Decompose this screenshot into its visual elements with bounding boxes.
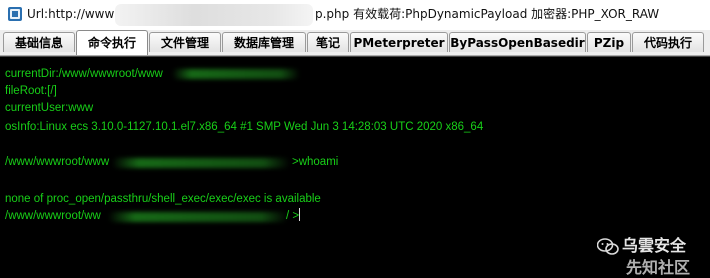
console-line-file-root: fileRoot:[/] — [5, 85, 57, 97]
console-line-command: >whoami — [292, 156, 339, 168]
redaction-blur — [172, 69, 300, 79]
app-icon — [8, 7, 22, 21]
redaction-blur — [108, 212, 288, 222]
tab-pzip[interactable]: PZip — [587, 32, 631, 52]
tab-bar: 基础信息 命令执行 文件管理 数据库管理 笔记 PMeterpreter ByP… — [0, 30, 710, 56]
watermark-text-2: 先知社区 — [626, 258, 691, 277]
console-line-current-dir: currentDir:/www/wwwroot/www — [5, 68, 163, 80]
redaction-blur — [112, 158, 290, 168]
window-title-details: p.php 有效载荷:PhpDynamicPayload 加密器:PHP_XOR… — [315, 7, 660, 21]
console-line-prompt-end: / > — [286, 210, 300, 222]
tab-database-manager[interactable]: 数据库管理 — [222, 32, 306, 52]
tab-bypass-openbasedir[interactable]: ByPassOpenBasedir — [449, 32, 586, 52]
tab-code-exec[interactable]: 代码执行 — [632, 32, 704, 52]
console-line-current-user: currentUser:www — [5, 102, 94, 114]
window-titlebar: Url:http://www p.php 有效载荷:PhpDynamicPayl… — [0, 0, 710, 31]
tab-basic-info[interactable]: 基础信息 — [3, 32, 75, 52]
console-line-prompt-path-2: /www/wwwroot/ww — [5, 210, 101, 222]
window-title-url: Url:http://www — [27, 7, 115, 21]
tab-pmeterpreter[interactable]: PMeterpreter — [350, 32, 448, 52]
tab-notes[interactable]: 笔记 — [307, 32, 349, 52]
watermark-text-1: 乌雲安全 — [622, 236, 687, 255]
wechat-logo-icon — [597, 238, 619, 255]
console-line-prompt-path: /www/wwwroot/www — [5, 156, 110, 168]
tab-file-manager[interactable]: 文件管理 — [149, 32, 221, 52]
console-line-error: none of proc_open/passthru/shell_exec/ex… — [5, 193, 321, 205]
text-cursor — [299, 208, 300, 221]
tab-command-exec[interactable]: 命令执行 — [76, 30, 148, 55]
redaction-blur — [115, 4, 313, 26]
console-line-os-info: osInfo:Linux ecs 3.10.0-1127.10.1.el7.x8… — [5, 121, 484, 133]
